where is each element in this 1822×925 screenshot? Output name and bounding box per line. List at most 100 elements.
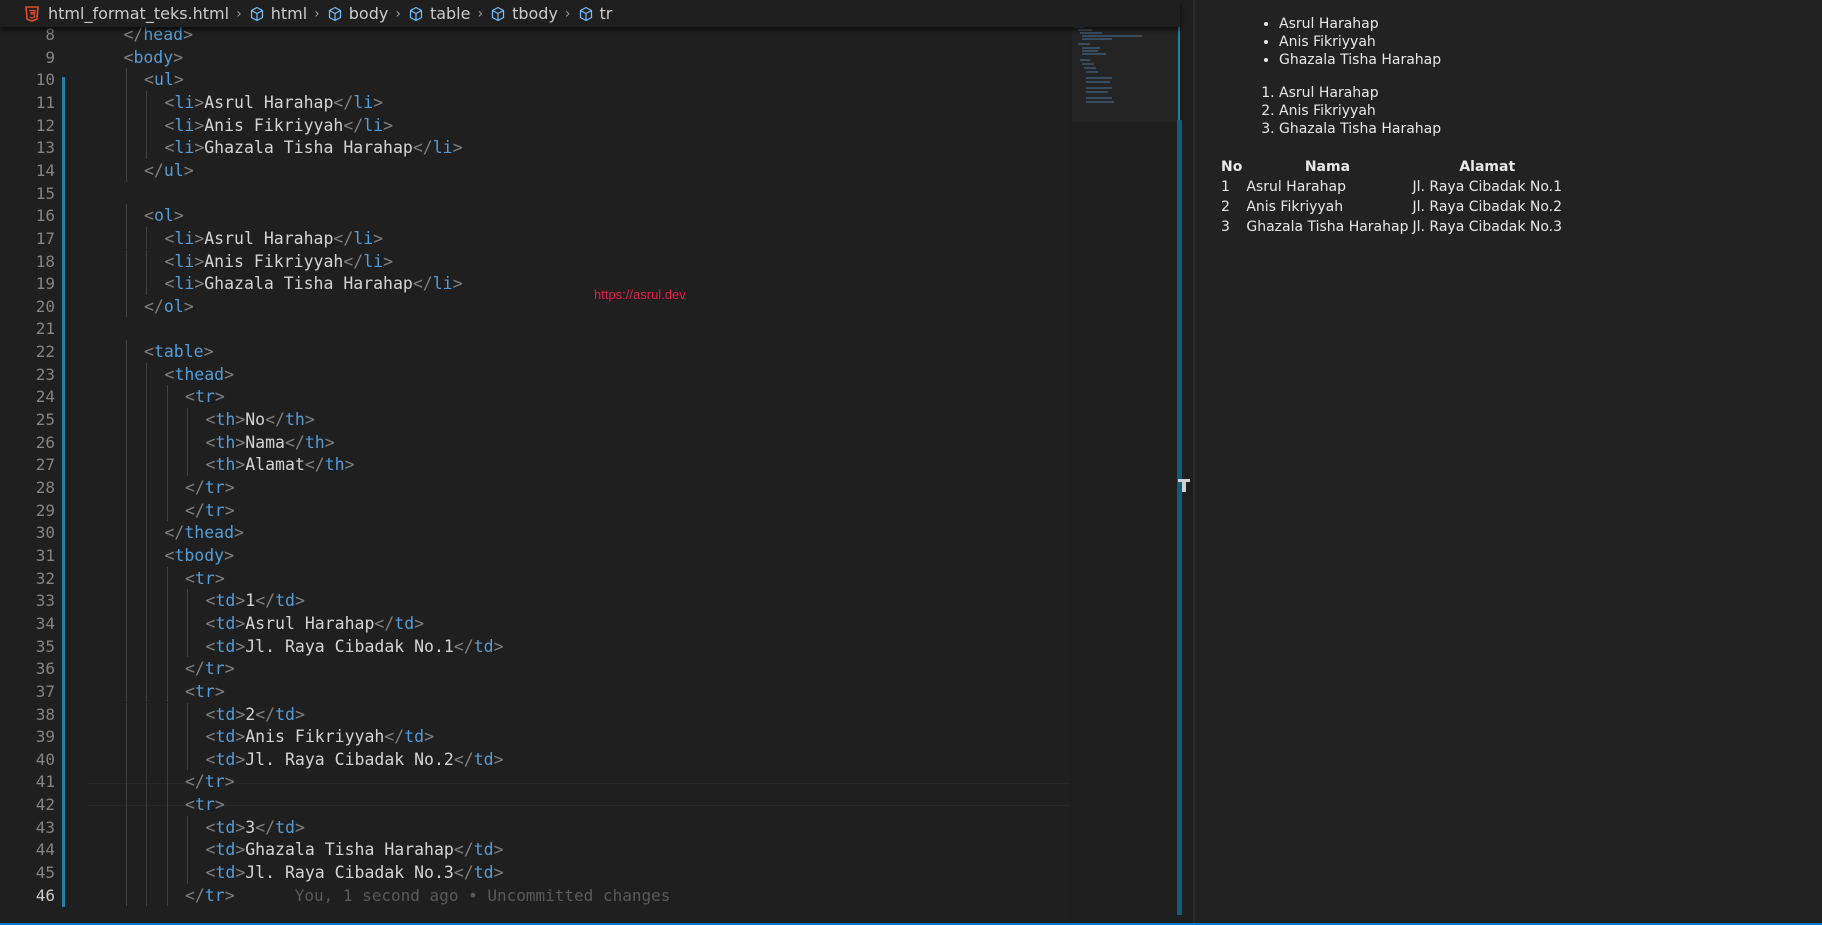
indent-guide	[146, 838, 147, 862]
tag-bracket: </	[333, 228, 354, 248]
code-line[interactable]: <td>Asrul Harahap</td>	[206, 612, 425, 635]
code-line[interactable]: <thead>	[165, 363, 235, 386]
preview-unordered-list: Asrul Harahap Anis Fikriyyah Ghazala Tis…	[1265, 15, 1441, 69]
breadcrumb-segment-label: tr	[599, 4, 613, 23]
tag-bracket: </	[265, 410, 285, 430]
indent-guide	[146, 113, 147, 137]
indent-guide	[146, 521, 147, 544]
code-line[interactable]: <li>Anis Fikriyyah</li>	[165, 250, 394, 273]
code-line[interactable]: </tr>	[185, 770, 235, 793]
breadcrumb-segment[interactable]: html	[249, 4, 307, 23]
indent-guide	[125, 113, 127, 137]
tag-name: td	[215, 636, 236, 656]
code-line[interactable]: </ul>	[144, 159, 194, 182]
tag-bracket: <	[205, 863, 216, 883]
code-line[interactable]: </thead>	[165, 521, 244, 544]
code-line[interactable]: <li>Ghazala Tisha Harahap</li>	[165, 136, 463, 159]
breadcrumb-segment[interactable]: body	[327, 4, 388, 23]
indent-guide	[146, 385, 147, 409]
tag-bracket: </	[185, 500, 205, 520]
code-line[interactable]: </ol>	[144, 295, 194, 318]
tag-bracket: >	[324, 432, 335, 452]
code-line[interactable]: <th>Alamat</th>	[206, 453, 355, 476]
code-line[interactable]: <li>Ghazala Tisha Harahap</li>	[165, 272, 463, 295]
text-content: Anis Fikriyyah	[245, 727, 385, 747]
tag-bracket: >	[194, 92, 205, 112]
code-line[interactable]: </tr> You, 1 second ago • Uncommitted cha…	[185, 884, 670, 907]
resize-handle-icon[interactable]	[1178, 478, 1190, 492]
table-header-row: No Nama Alamat	[1220, 158, 1563, 176]
breadcrumb-file[interactable]: html_format_teks.html	[48, 4, 229, 23]
code-line[interactable]: </tr>	[185, 499, 235, 522]
minimap-slider[interactable]	[1072, 22, 1180, 122]
indent-guide	[146, 90, 147, 114]
code-line[interactable]: <td>Anis Fikriyyah</td>	[206, 725, 435, 748]
tag-name: li	[353, 228, 374, 248]
breadcrumb-segment[interactable]: tbody	[490, 4, 558, 23]
code-line[interactable]: <td>2</td>	[206, 703, 305, 726]
breadcrumb-segment[interactable]: table	[408, 4, 470, 23]
code-line[interactable]: <td>Jl. Raya Cibadak No.1</td>	[206, 635, 504, 658]
table-cell: 3	[1221, 219, 1230, 235]
code-line[interactable]: <th>No</th>	[206, 408, 315, 431]
code-area[interactable]: </head> <body> <ul> <li>Asrul Harahap</li> <…	[88, 27, 1070, 925]
code-line[interactable]: </tr>	[185, 657, 235, 680]
code-line[interactable]: <tr>	[185, 793, 225, 816]
code-line[interactable]: <tbody>	[165, 544, 235, 567]
tag-bracket: >	[235, 432, 246, 452]
code-line[interactable]: <li>Anis Fikriyyah</li>	[165, 114, 394, 137]
indent-guide	[166, 861, 168, 884]
code-line[interactable]: <td>Ghazala Tisha Harahap</td>	[206, 838, 504, 861]
indent-guide	[146, 453, 147, 476]
code-line[interactable]: <tr>	[185, 385, 225, 408]
tag-bracket: <	[164, 92, 175, 112]
indent-guide	[166, 793, 168, 816]
indent-guide	[146, 543, 147, 567]
code-line[interactable]: <ol>	[144, 204, 184, 227]
line-number: 45	[35, 863, 55, 883]
tag-name: li	[353, 92, 374, 112]
code-line[interactable]: <body>	[124, 46, 184, 69]
vertical-scrollbar[interactable]	[1177, 120, 1182, 915]
indent-guide	[125, 204, 127, 227]
code-line[interactable]: <th>Nama</th>	[206, 431, 335, 454]
tag-bracket: >	[294, 591, 305, 611]
code-line[interactable]: </tr>	[185, 476, 235, 499]
tag-bracket: <	[144, 70, 154, 90]
code-line[interactable]: <ul>	[144, 68, 184, 91]
tag-bracket: >	[424, 727, 435, 747]
indent-guide	[125, 747, 127, 771]
tag-name: ul	[153, 70, 174, 90]
code-line[interactable]: <tr>	[185, 567, 225, 590]
breadcrumb-segment[interactable]: tr	[578, 4, 613, 23]
code-line[interactable]: <li>Asrul Harahap</li>	[165, 91, 384, 114]
tag-bracket: </	[412, 138, 433, 158]
indent-guide	[166, 679, 168, 703]
tag-name: tr	[204, 500, 225, 520]
html5-file-icon	[24, 5, 40, 22]
indent-guide	[166, 589, 168, 612]
tag-bracket: >	[373, 92, 384, 112]
code-line[interactable]: <table>	[144, 340, 214, 363]
code-line[interactable]: <td>1</td>	[206, 589, 305, 612]
list-item: Asrul Harahap	[1279, 84, 1441, 102]
code-line[interactable]: <td>Jl. Raya Cibadak No.2</td>	[206, 748, 504, 771]
code-line[interactable]: <li>Asrul Harahap</li>	[165, 227, 384, 250]
tag-bracket: >	[414, 613, 425, 633]
table-cell: Jl. Raya Cibadak No.2	[1412, 199, 1563, 215]
tag-bracket: >	[383, 115, 394, 135]
tag-name: tr	[194, 681, 215, 701]
code-line[interactable]: <td>3</td>	[206, 816, 305, 839]
line-number: 41	[35, 772, 55, 792]
code-line[interactable]: <tr>	[185, 680, 225, 703]
line-number: 9	[45, 47, 55, 67]
tag-name: td	[215, 840, 236, 860]
code-line[interactable]: <td>Jl. Raya Cibadak No.3</td>	[206, 861, 504, 884]
line-number: 28	[35, 478, 55, 497]
text-content: Asrul Harahap	[204, 228, 334, 248]
tag-bracket: </	[144, 296, 164, 316]
text-content: 2	[245, 704, 256, 724]
line-number: 23	[35, 364, 55, 384]
code-editor[interactable]: 8 9 10 11 12 13 14 15 16 17 18 19 20 21 22 23 24 25 26 27 28…	[0, 27, 1070, 925]
code-line[interactable]: </head>	[124, 27, 194, 46]
